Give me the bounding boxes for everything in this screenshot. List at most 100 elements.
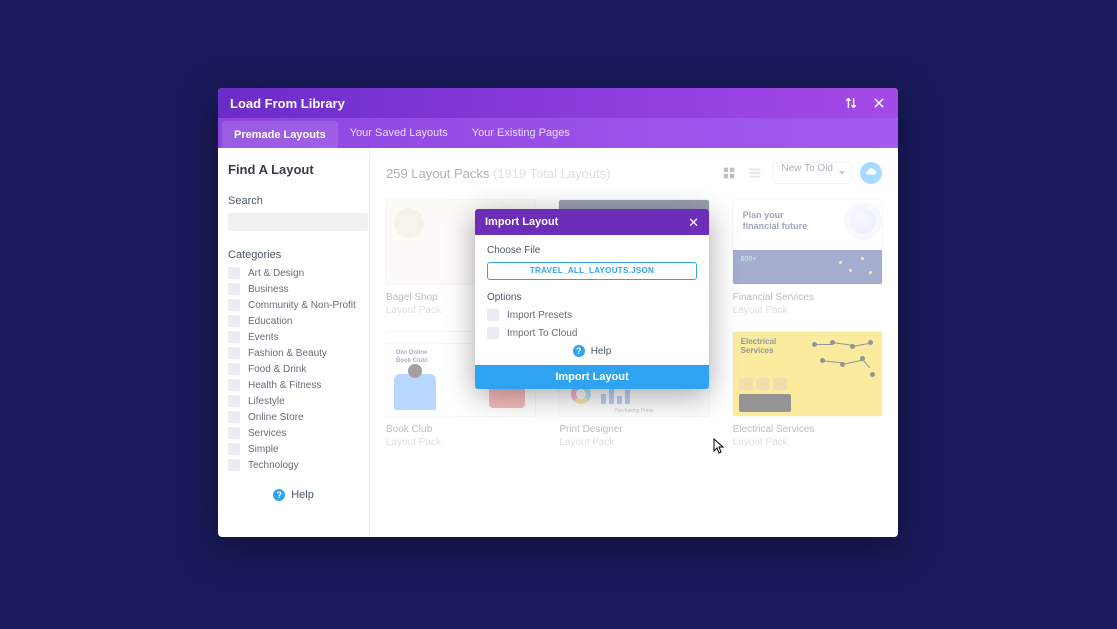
category-events[interactable]: Events <box>228 331 359 343</box>
sort-value: New To Old <box>781 163 833 174</box>
checkbox-icon <box>228 443 240 455</box>
categories-label: Categories <box>228 249 359 261</box>
options-list: Import Presets Import To Cloud <box>487 309 697 339</box>
category-label: Technology <box>248 460 299 471</box>
checkbox-icon <box>228 363 240 375</box>
option-import-to-cloud[interactable]: Import To Cloud <box>487 327 697 339</box>
list-view-icon[interactable] <box>746 164 764 182</box>
layout-thumbnail <box>733 332 882 416</box>
category-label: Events <box>248 332 279 343</box>
category-label: Food & Drink <box>248 364 306 375</box>
import-body: Choose File TRAVEL_ALL_LAYOUTS.JSON Opti… <box>475 235 709 365</box>
category-fashion-beauty[interactable]: Fashion & Beauty <box>228 347 359 359</box>
help-icon: ? <box>573 345 585 357</box>
tabbar: Premade LayoutsYour Saved LayoutsYour Ex… <box>218 118 898 148</box>
checkbox-icon <box>228 379 240 391</box>
close-icon[interactable]: ✕ <box>688 216 699 229</box>
option-import-presets[interactable]: Import Presets <box>487 309 697 321</box>
count-muted: (1919 Total Layouts) <box>493 166 611 181</box>
layout-thumbnail <box>733 200 882 284</box>
help-label: Help <box>591 346 612 357</box>
category-label: Lifestyle <box>248 396 285 407</box>
card-title: Electrical Services <box>733 424 882 435</box>
category-business[interactable]: Business <box>228 283 359 295</box>
category-label: Business <box>248 284 289 295</box>
card-subtitle: Layout Pack <box>559 437 708 448</box>
import-button[interactable]: Import Layout <box>475 365 709 389</box>
tab-premade-layouts[interactable]: Premade Layouts <box>222 121 338 148</box>
category-art-design[interactable]: Art & Design <box>228 267 359 279</box>
card-title: Book Club <box>386 424 535 435</box>
category-online-store[interactable]: Online Store <box>228 411 359 423</box>
sidebar: Find A Layout Search + Filter Categories… <box>218 148 370 537</box>
category-label: Health & Fitness <box>248 380 321 391</box>
layout-card[interactable]: Electrical Services Layout Pack <box>733 332 882 448</box>
cloud-button[interactable] <box>860 162 882 184</box>
title-actions <box>844 96 886 110</box>
titlebar: Load From Library <box>218 88 898 118</box>
import-title: Import Layout <box>485 216 558 228</box>
checkbox-icon <box>228 299 240 311</box>
checkbox-icon <box>228 267 240 279</box>
tab-your-existing-pages[interactable]: Your Existing Pages <box>460 118 582 148</box>
checkbox-icon <box>487 327 499 339</box>
checkbox-icon <box>228 395 240 407</box>
checkbox-icon <box>228 411 240 423</box>
category-label: Fashion & Beauty <box>248 348 327 359</box>
sidebar-heading: Find A Layout <box>228 162 359 177</box>
category-food-drink[interactable]: Food & Drink <box>228 363 359 375</box>
card-subtitle: Layout Pack <box>386 437 535 448</box>
card-title: Financial Services <box>733 292 882 303</box>
category-label: Education <box>248 316 292 327</box>
option-label: Import To Cloud <box>507 328 577 339</box>
help-icon: ? <box>273 489 285 501</box>
layout-card[interactable]: Financial Services Layout Pack <box>733 200 882 316</box>
category-education[interactable]: Education <box>228 315 359 327</box>
search-label: Search <box>228 195 359 207</box>
checkbox-icon <box>228 283 240 295</box>
grid-view-icon[interactable] <box>720 164 738 182</box>
choose-file-label: Choose File <box>487 245 697 256</box>
checkbox-icon <box>228 331 240 343</box>
checkbox-icon <box>228 347 240 359</box>
search-input[interactable] <box>228 213 368 231</box>
category-label: Services <box>248 428 286 439</box>
category-label: Simple <box>248 444 279 455</box>
card-title: Print Designer <box>559 424 708 435</box>
category-health-fitness[interactable]: Health & Fitness <box>228 379 359 391</box>
category-label: Online Store <box>248 412 304 423</box>
checkbox-icon <box>228 315 240 327</box>
options-label: Options <box>487 292 697 303</box>
category-services[interactable]: Services <box>228 427 359 439</box>
card-subtitle: Layout Pack <box>733 305 882 316</box>
search-row: + Filter <box>228 213 359 231</box>
categories-list: Art & Design Business Community & Non-Prof… <box>228 267 359 471</box>
import-export-icon[interactable] <box>844 96 858 110</box>
checkbox-icon <box>228 427 240 439</box>
import-header: Import Layout ✕ <box>475 209 709 235</box>
cursor-icon <box>713 438 725 454</box>
help-label: Help <box>291 489 314 501</box>
category-community-non-profit[interactable]: Community & Non-Profit <box>228 299 359 311</box>
window-title: Load From Library <box>230 96 345 111</box>
category-lifestyle[interactable]: Lifestyle <box>228 395 359 407</box>
category-simple[interactable]: Simple <box>228 443 359 455</box>
card-subtitle: Layout Pack <box>733 437 882 448</box>
category-label: Art & Design <box>248 268 304 279</box>
tab-your-saved-layouts[interactable]: Your Saved Layouts <box>338 118 460 148</box>
main-header: 259 Layout Packs (1919 Total Layouts) Ne… <box>386 162 882 184</box>
layout-count: 259 Layout Packs (1919 Total Layouts) <box>386 166 611 181</box>
category-technology[interactable]: Technology <box>228 459 359 471</box>
sort-select[interactable]: New To Old <box>772 162 852 184</box>
import-modal: Import Layout ✕ Choose File TRAVEL_ALL_L… <box>475 209 709 389</box>
sidebar-help[interactable]: ? Help <box>228 489 359 501</box>
count-strong: 259 Layout Packs <box>386 166 493 181</box>
import-help[interactable]: ? Help <box>487 345 697 357</box>
category-label: Community & Non-Profit <box>248 300 356 311</box>
option-label: Import Presets <box>507 310 572 321</box>
header-tools: New To Old <box>720 162 882 184</box>
file-field[interactable]: TRAVEL_ALL_LAYOUTS.JSON <box>487 262 697 280</box>
checkbox-icon <box>228 459 240 471</box>
close-icon[interactable] <box>872 96 886 110</box>
checkbox-icon <box>487 309 499 321</box>
